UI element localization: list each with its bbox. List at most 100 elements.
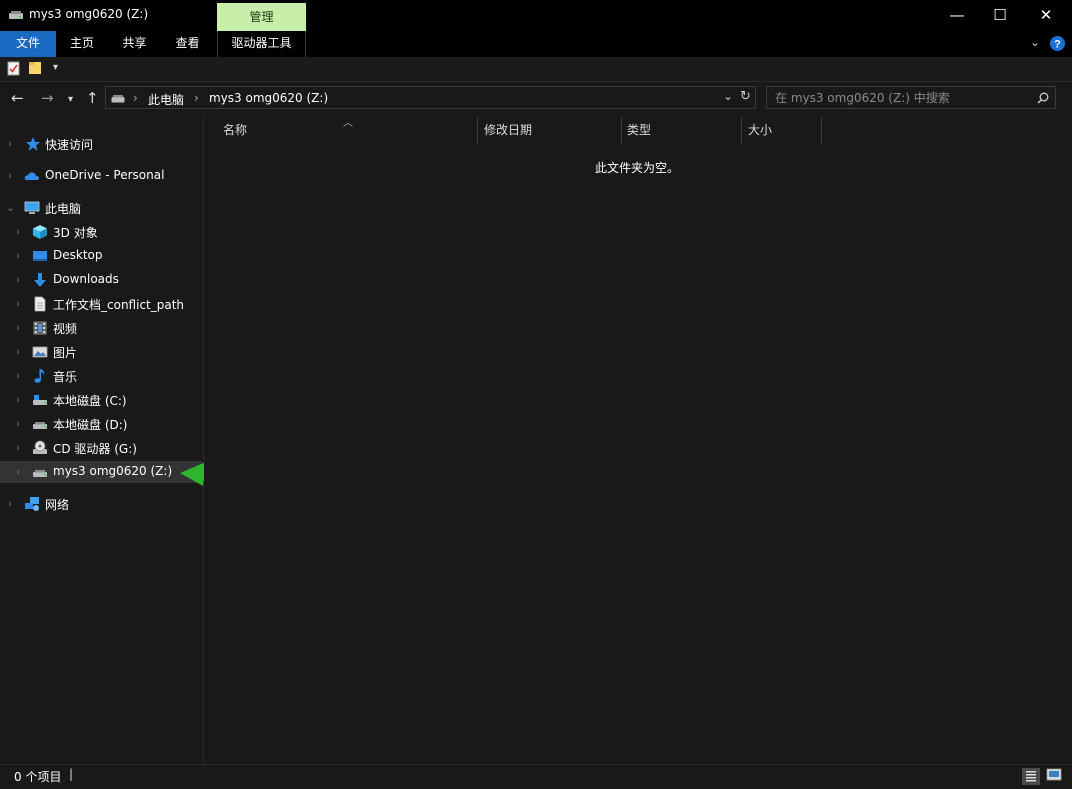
nav-item-network[interactable]: › 网络 xyxy=(0,493,202,515)
nav-item-videos[interactable]: › 视频 xyxy=(0,317,202,339)
chevron-down-icon[interactable]: ⌄ xyxy=(6,201,15,214)
network-icon xyxy=(25,497,39,511)
download-icon xyxy=(34,273,46,287)
nav-item-cd-drive-g[interactable]: › CD 驱动器 (G:) xyxy=(0,437,202,459)
nav-label: 3D 对象 xyxy=(53,226,98,240)
nav-item-downloads[interactable]: › Downloads xyxy=(0,269,202,291)
column-divider[interactable] xyxy=(741,117,742,144)
customize-toolbar-icon[interactable]: ▾ xyxy=(53,62,58,73)
nav-item-music[interactable]: › 音乐 xyxy=(0,365,202,387)
svg-text:?: ? xyxy=(1054,39,1061,51)
minimize-button[interactable]: — xyxy=(934,0,980,31)
nav-item-this-pc[interactable]: ⌄ 此电脑 xyxy=(0,197,202,219)
music-icon xyxy=(34,369,45,383)
up-icon[interactable]: ↑ xyxy=(86,89,99,107)
nav-label: 网络 xyxy=(45,498,70,512)
properties-icon[interactable] xyxy=(7,61,20,76)
drive-icon xyxy=(33,395,47,405)
tab-share[interactable]: 共享 xyxy=(108,31,161,57)
nav-item-mys3-drive-z[interactable]: › mys3 omg0620 (Z:) xyxy=(0,461,202,483)
status-bar: 0 个项目 | xyxy=(0,764,1072,789)
new-folder-icon[interactable] xyxy=(28,61,42,75)
chevron-right-icon[interactable]: › xyxy=(16,225,20,238)
nav-label: 音乐 xyxy=(53,370,78,384)
breadcrumb-this-pc[interactable]: 此电脑 xyxy=(148,91,184,108)
file-list: ︿ 名称 修改日期 类型 大小 此文件夹为空。 xyxy=(204,117,1072,764)
chevron-right-icon[interactable]: › xyxy=(16,369,20,382)
search-icon[interactable] xyxy=(1037,92,1049,104)
empty-folder-message: 此文件夹为空。 xyxy=(595,161,680,175)
address-bar[interactable]: › 此电脑 › mys3 omg0620 (Z:) ⌄ ↻ xyxy=(105,86,756,109)
column-divider[interactable] xyxy=(621,117,622,144)
nav-label: Desktop xyxy=(53,248,103,262)
column-header-date-modified[interactable]: 修改日期 xyxy=(484,117,614,144)
nav-item-quick-access[interactable]: › 快速访问 xyxy=(0,133,202,155)
nav-label: mys3 omg0620 (Z:) xyxy=(53,464,173,478)
network-drive-icon xyxy=(33,470,47,477)
drive-icon xyxy=(33,422,47,429)
chevron-right-icon[interactable]: › xyxy=(16,441,20,454)
tab-home[interactable]: 主页 xyxy=(56,31,108,57)
nav-item-3d-objects[interactable]: › 3D 对象 xyxy=(0,221,202,243)
address-dropdown-icon[interactable]: ⌄ xyxy=(723,89,733,103)
document-icon xyxy=(34,296,46,312)
quick-access-toolbar: ▾ xyxy=(0,57,1072,82)
cd-drive-icon xyxy=(33,440,47,454)
nav-label: CD 驱动器 (G:) xyxy=(53,442,137,456)
nav-item-desktop[interactable]: › Desktop xyxy=(0,245,202,267)
video-icon xyxy=(33,321,47,335)
column-divider[interactable] xyxy=(821,117,822,144)
ribbon-tabs: 文件 主页 共享 查看 驱动器工具 ⌄ ? xyxy=(0,31,1072,57)
breadcrumb-current[interactable]: mys3 omg0620 (Z:) xyxy=(209,91,328,105)
chevron-right-icon[interactable]: › xyxy=(16,417,20,430)
breadcrumb-separator-icon[interactable]: › xyxy=(194,91,199,105)
refresh-icon[interactable]: ↻ xyxy=(740,89,751,104)
search-box[interactable] xyxy=(766,86,1056,109)
back-icon[interactable]: ← xyxy=(11,89,24,107)
nav-label: 快速访问 xyxy=(45,138,94,152)
search-input[interactable] xyxy=(775,90,1030,105)
nav-item-onedrive[interactable]: › OneDrive - Personal xyxy=(0,165,202,187)
tab-manage[interactable]: 管理 xyxy=(217,3,306,31)
column-divider[interactable] xyxy=(477,117,478,144)
picture-icon xyxy=(32,346,48,358)
cube-icon xyxy=(33,225,47,239)
chevron-right-icon[interactable]: › xyxy=(8,137,12,150)
nav-item-pictures[interactable]: › 图片 xyxy=(0,341,202,363)
maximize-button[interactable]: ☐ xyxy=(977,0,1023,31)
window-title: mys3 omg0620 (Z:) xyxy=(29,7,149,21)
column-header-name[interactable]: 名称 xyxy=(223,117,473,144)
recent-locations-icon[interactable]: ▾ xyxy=(68,91,73,109)
tab-file[interactable]: 文件 xyxy=(0,31,56,57)
cloud-icon xyxy=(24,172,39,180)
nav-label: 本地磁盘 (C:) xyxy=(53,394,127,408)
nav-item-local-disk-d[interactable]: › 本地磁盘 (D:) xyxy=(0,413,202,435)
item-count: 0 个项目 xyxy=(14,770,62,784)
nav-item-work-documents[interactable]: › 工作文档_conflict_path xyxy=(0,293,202,315)
chevron-right-icon[interactable]: › xyxy=(16,249,20,262)
help-icon[interactable]: ? xyxy=(1050,36,1065,51)
forward-icon[interactable]: → xyxy=(41,89,54,107)
column-header-type[interactable]: 类型 xyxy=(627,117,737,144)
chevron-right-icon[interactable]: › xyxy=(8,169,12,182)
chevron-right-icon[interactable]: › xyxy=(16,465,20,478)
details-view-icon[interactable] xyxy=(1022,768,1040,785)
chevron-right-icon[interactable]: › xyxy=(16,345,20,358)
tab-view[interactable]: 查看 xyxy=(161,31,214,57)
column-header-size[interactable]: 大小 xyxy=(748,117,818,144)
close-button[interactable]: ✕ xyxy=(1023,0,1069,31)
nav-item-local-disk-c[interactable]: › 本地磁盘 (C:) xyxy=(0,389,202,411)
chevron-right-icon[interactable]: › xyxy=(8,497,12,510)
large-icons-view-icon[interactable] xyxy=(1046,768,1062,782)
chevron-right-icon[interactable]: › xyxy=(16,273,20,286)
tab-drive-tools[interactable]: 驱动器工具 xyxy=(217,31,306,57)
chevron-right-icon[interactable]: › xyxy=(16,393,20,406)
chevron-right-icon[interactable]: › xyxy=(16,297,20,310)
chevron-right-icon[interactable]: › xyxy=(16,321,20,334)
breadcrumb-separator-icon[interactable]: › xyxy=(133,91,138,105)
nav-label: 本地磁盘 (D:) xyxy=(53,418,128,432)
title-bar: mys3 omg0620 (Z:) 管理 — ☐ ✕ xyxy=(0,0,1072,31)
desktop-icon xyxy=(33,251,47,261)
nav-label: OneDrive - Personal xyxy=(45,168,165,182)
chevron-down-icon[interactable]: ⌄ xyxy=(1030,35,1040,49)
